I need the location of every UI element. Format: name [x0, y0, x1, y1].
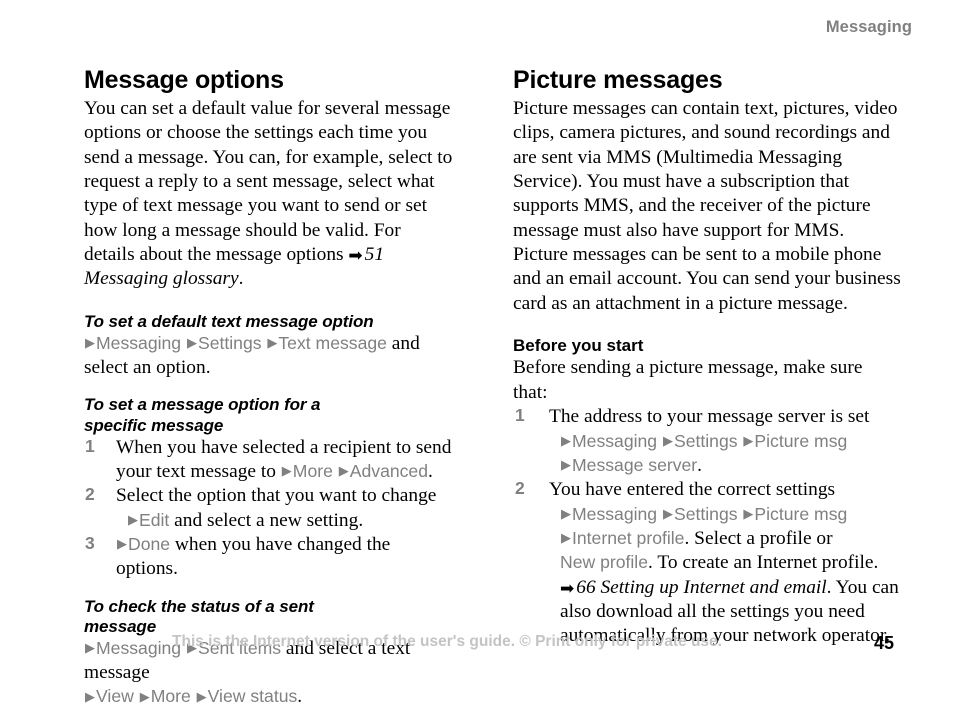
- step-number: 3: [85, 532, 95, 553]
- step-text-tail: .: [428, 460, 433, 482]
- ui-menu-settings: Settings: [197, 332, 262, 353]
- step-number: 1: [85, 435, 95, 456]
- triangle-icon: ▶: [743, 507, 754, 523]
- step-continuation: ▶Internet profile. Select a profile or N…: [549, 527, 901, 649]
- section-title-message-options: Message options: [84, 66, 284, 94]
- triangle-icon: ▶: [85, 336, 95, 352]
- intro-text: You can set a default value for several …: [84, 98, 453, 266]
- xref-arrow-icon: ➡: [560, 578, 575, 599]
- running-header: Messaging: [825, 18, 912, 36]
- ui-menu-more: More: [150, 686, 191, 707]
- triangle-icon: ▶: [561, 434, 571, 449]
- list-item: 2 You have entered the correct settings ▶M…: [513, 478, 901, 648]
- triangle-icon: ▶: [561, 458, 571, 474]
- triangle-icon: ▶: [561, 531, 571, 547]
- triangle-icon: ▶: [338, 464, 349, 480]
- cross-reference-setting-up-internet-and-email: 66 Setting up Internet and email: [576, 576, 827, 598]
- list-item: 1 When you have selected a recipient to s…: [84, 436, 456, 485]
- ui-menu-settings: Settings: [673, 430, 738, 451]
- footer-copyright-note: This is the Internet version of the user…: [172, 633, 722, 650]
- triangle-icon: ▶: [139, 689, 150, 705]
- step-continuation: ▶Message server.: [549, 454, 901, 478]
- ui-menu-done: Done: [128, 533, 171, 554]
- step-number: 2: [515, 478, 525, 499]
- ui-menu-new-profile: New profile: [560, 552, 649, 573]
- triangle-icon: ▶: [186, 336, 197, 352]
- procedure-tail-text: .: [297, 686, 303, 708]
- triangle-icon: ▶: [128, 513, 138, 529]
- ui-menu-edit: Edit: [139, 509, 170, 530]
- intro-text-tail: .: [238, 268, 244, 290]
- ui-menu-advanced: Advanced: [349, 460, 429, 481]
- step-text-c: . To create an Internet profile.: [648, 552, 879, 574]
- procedure-title-check-status-line1: To check the status of a sent: [84, 596, 314, 616]
- triangle-icon: ▶: [267, 336, 278, 352]
- before-you-start-lead: Before sending a picture message, make s…: [513, 357, 863, 403]
- triangle-icon: ▶: [196, 689, 207, 705]
- ui-menu-settings: Settings: [673, 503, 738, 524]
- page-number: 45: [873, 633, 894, 653]
- list-item: 1 The address to your message server is s…: [513, 405, 901, 478]
- ui-menu-text-message: Text message: [278, 332, 387, 353]
- step-text-tail: and select a new setting.: [169, 509, 364, 531]
- procedure-steps-specific-message: 1 When you have selected a recipient to s…: [84, 436, 456, 582]
- ui-menu-more: More: [292, 460, 333, 481]
- right-column: Picture messages Picture messages can co…: [513, 66, 901, 649]
- ui-menu-messaging: Messaging: [572, 503, 658, 524]
- procedure-title-default-text-message-option: To set a default text message option: [84, 311, 374, 331]
- triangle-icon: ▶: [281, 464, 292, 480]
- step-number: 2: [85, 484, 95, 505]
- step-text: The address to your message server is se…: [549, 406, 870, 428]
- procedure-steps-before-you-start: 1 The address to your message server is s…: [513, 405, 901, 648]
- triangle-icon: ▶: [662, 507, 673, 523]
- subsection-title-before-you-start: Before you start: [513, 336, 644, 356]
- ui-menu-view-status: View status: [207, 686, 298, 707]
- step-continuation: ▶Messaging ▶Settings ▶Picture msg: [549, 430, 901, 454]
- list-item: 3 ▶Done when you have changed the options…: [84, 533, 456, 582]
- triangle-icon: ▶: [85, 689, 95, 705]
- message-options-intro-paragraph: You can set a default value for several …: [84, 97, 456, 292]
- ui-menu-internet-profile: Internet profile: [572, 527, 685, 548]
- step-text-b: . Select a profile or: [684, 527, 833, 549]
- ui-menu-messaging: Messaging: [572, 430, 658, 451]
- step-number: 1: [515, 405, 525, 426]
- list-item: 2 Select the option that you want to chan…: [84, 484, 456, 533]
- ui-menu-picture-msg: Picture msg: [754, 503, 848, 524]
- left-column: Message options You can set a default va…: [84, 66, 456, 710]
- triangle-icon: ▶: [743, 434, 754, 449]
- triangle-icon: ▶: [561, 507, 571, 523]
- triangle-icon: ▶: [662, 434, 673, 449]
- step-text-tail: .: [697, 454, 703, 476]
- ui-menu-messaging: Messaging: [96, 332, 182, 353]
- ui-menu-message-server: Message server: [572, 454, 698, 475]
- picture-messages-intro-paragraph: Picture messages can contain text, pictu…: [513, 98, 901, 314]
- step-text: Select the option that you want to chang…: [116, 485, 437, 507]
- xref-arrow-icon: ➡: [348, 246, 363, 267]
- ui-menu-picture-msg: Picture msg: [754, 430, 848, 451]
- step-continuation: ▶Messaging ▶Settings ▶Picture msg: [549, 503, 901, 527]
- section-title-picture-messages: Picture messages: [513, 66, 723, 94]
- page-footer: This is the Internet version of the user…: [0, 633, 954, 655]
- procedure-title-message-option-specific-line1: To set a message option for a: [84, 395, 321, 415]
- procedure-default-text-message-option-body: ▶Messaging ▶Settings ▶Text message and s…: [84, 332, 456, 381]
- step-continuation: ▶Edit and select a new setting.: [116, 509, 456, 533]
- step-text: You have entered the correct settings: [549, 479, 836, 501]
- triangle-icon: ▶: [117, 537, 127, 553]
- procedure-title-message-option-specific-line2: specific message: [84, 415, 224, 435]
- ui-menu-view: View: [96, 686, 134, 707]
